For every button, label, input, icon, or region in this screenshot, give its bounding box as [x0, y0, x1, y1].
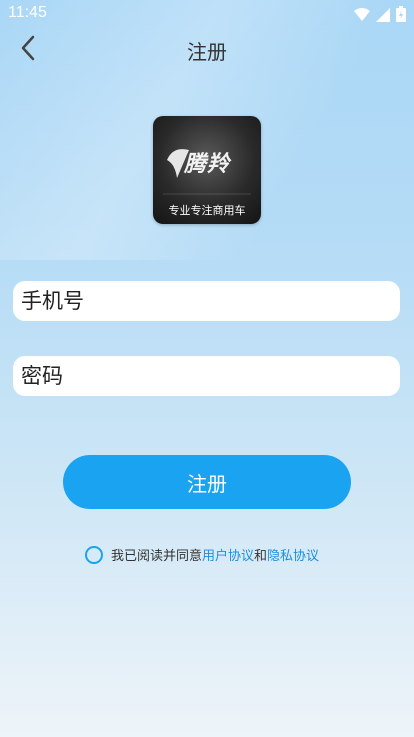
status-time: 11:45	[8, 4, 47, 21]
signal-icon	[376, 7, 390, 26]
status-bar: 11:45	[0, 0, 414, 28]
password-input[interactable]	[19, 363, 394, 389]
user-agreement-link[interactable]: 用户协议	[202, 545, 254, 564]
phone-field-container	[13, 281, 400, 321]
agreement-row: 我已阅读并同意 用户协议 和 隐私协议	[85, 545, 319, 564]
header: 注册	[0, 28, 414, 72]
page-title: 注册	[187, 40, 227, 64]
battery-icon	[396, 6, 406, 26]
logo-brand-text: 腾羚	[183, 152, 230, 177]
agreement-and: 和	[254, 549, 268, 564]
status-icons	[354, 6, 406, 26]
wifi-icon	[354, 7, 370, 26]
agreement-radio[interactable]	[85, 545, 103, 564]
privacy-agreement-link[interactable]: 隐私协议	[267, 545, 319, 564]
password-field-container	[13, 356, 400, 396]
register-button[interactable]: 注册	[63, 455, 351, 509]
app-logo: 腾羚 专业专注商用车	[153, 116, 261, 224]
phone-input[interactable]	[19, 288, 394, 314]
agreement-prefix: 我已阅读并同意	[111, 549, 203, 564]
logo-slogan: 专业专注商用车	[168, 204, 246, 217]
